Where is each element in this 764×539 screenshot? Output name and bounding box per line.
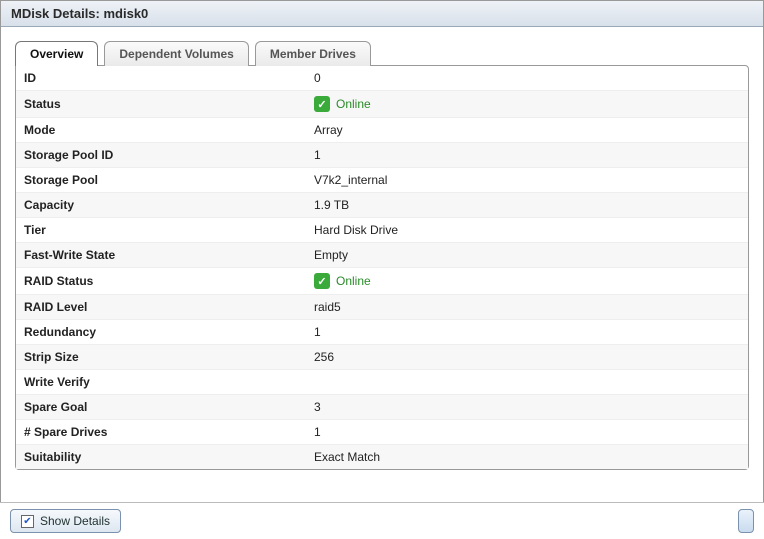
- value-fastwrite: Empty: [314, 248, 348, 262]
- value-capacity: 1.9 TB: [314, 198, 349, 212]
- row-mode: Mode Array: [16, 118, 748, 143]
- label-spare-drives: # Spare Drives: [24, 425, 314, 439]
- check-icon: ✓: [314, 273, 330, 289]
- tab-dependent-volumes[interactable]: Dependent Volumes: [104, 41, 248, 66]
- show-details-button[interactable]: ✔ Show Details: [10, 509, 121, 533]
- status-text: Online: [336, 97, 371, 111]
- row-fastwrite: Fast-Write State Empty: [16, 243, 748, 268]
- footer-right-button[interactable]: [738, 509, 754, 533]
- content-area: Overview Dependent Volumes Member Drives…: [1, 27, 763, 470]
- overview-panel: ID 0 Status ✓ Online Mode Array Storage …: [15, 65, 749, 470]
- value-strip: 256: [314, 350, 334, 364]
- row-pool-id: Storage Pool ID 1: [16, 143, 748, 168]
- check-icon: ✓: [314, 96, 330, 112]
- value-mode: Array: [314, 123, 343, 137]
- row-capacity: Capacity 1.9 TB: [16, 193, 748, 218]
- row-redundancy: Redundancy 1: [16, 320, 748, 345]
- value-spare-drives: 1: [314, 425, 321, 439]
- label-status: Status: [24, 97, 314, 111]
- label-tier: Tier: [24, 223, 314, 237]
- value-id: 0: [314, 71, 321, 85]
- label-spare-goal: Spare Goal: [24, 400, 314, 414]
- label-raid-level: RAID Level: [24, 300, 314, 314]
- tab-member-drives[interactable]: Member Drives: [255, 41, 371, 66]
- label-fastwrite: Fast-Write State: [24, 248, 314, 262]
- footer-bar: ✔ Show Details: [0, 502, 764, 539]
- label-mode: Mode: [24, 123, 314, 137]
- checkbox-checked-icon: ✔: [21, 515, 34, 528]
- value-pool: V7k2_internal: [314, 173, 387, 187]
- label-write-verify: Write Verify: [24, 375, 314, 389]
- row-tier: Tier Hard Disk Drive: [16, 218, 748, 243]
- row-spare-drives: # Spare Drives 1: [16, 420, 748, 445]
- label-capacity: Capacity: [24, 198, 314, 212]
- show-details-label: Show Details: [40, 514, 110, 528]
- value-redundancy: 1: [314, 325, 321, 339]
- tab-overview[interactable]: Overview: [15, 41, 98, 66]
- label-pool-id: Storage Pool ID: [24, 148, 314, 162]
- row-status: Status ✓ Online: [16, 91, 748, 118]
- value-suitability: Exact Match: [314, 450, 380, 464]
- value-spare-goal: 3: [314, 400, 321, 414]
- label-strip: Strip Size: [24, 350, 314, 364]
- label-raid-status: RAID Status: [24, 274, 314, 288]
- tab-bar: Overview Dependent Volumes Member Drives: [15, 41, 749, 66]
- value-raid-level: raid5: [314, 300, 341, 314]
- row-raid-status: RAID Status ✓ Online: [16, 268, 748, 295]
- value-status: ✓ Online: [314, 96, 371, 112]
- raid-status-text: Online: [336, 274, 371, 288]
- value-pool-id: 1: [314, 148, 321, 162]
- row-strip: Strip Size 256: [16, 345, 748, 370]
- value-raid-status: ✓ Online: [314, 273, 371, 289]
- row-spare-goal: Spare Goal 3: [16, 395, 748, 420]
- label-suitability: Suitability: [24, 450, 314, 464]
- row-suitability: Suitability Exact Match: [16, 445, 748, 469]
- row-write-verify: Write Verify: [16, 370, 748, 395]
- label-pool: Storage Pool: [24, 173, 314, 187]
- window-title: MDisk Details: mdisk0: [1, 1, 763, 27]
- value-tier: Hard Disk Drive: [314, 223, 398, 237]
- label-redundancy: Redundancy: [24, 325, 314, 339]
- label-id: ID: [24, 71, 314, 85]
- row-pool: Storage Pool V7k2_internal: [16, 168, 748, 193]
- row-raid-level: RAID Level raid5: [16, 295, 748, 320]
- row-id: ID 0: [16, 66, 748, 91]
